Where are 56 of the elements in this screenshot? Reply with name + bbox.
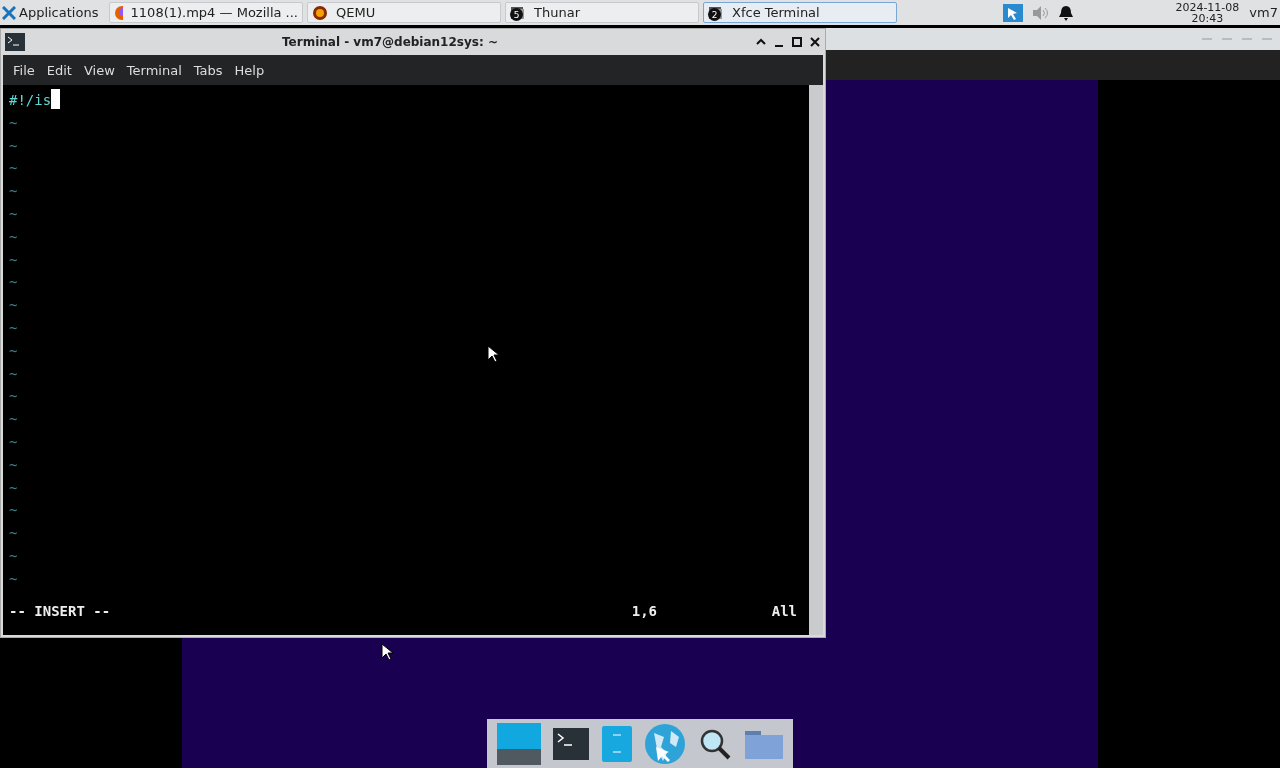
empty-line-marker: ~ bbox=[9, 387, 18, 407]
empty-line-marker: ~ bbox=[9, 113, 18, 133]
file-cabinet-icon bbox=[601, 725, 632, 762]
empty-line-marker: ~ bbox=[9, 159, 18, 179]
empty-line-marker: ~ bbox=[9, 136, 18, 156]
empty-line-marker: ~ bbox=[9, 569, 18, 589]
menu-item[interactable]: Tabs bbox=[187, 62, 229, 78]
scroll-position: All bbox=[771, 603, 797, 619]
menu-item[interactable]: View bbox=[77, 62, 121, 78]
empty-line-marker: ~ bbox=[9, 364, 18, 384]
empty-line-marker: ~ bbox=[9, 250, 18, 270]
empty-line-marker: ~ bbox=[9, 318, 18, 338]
network-icon bbox=[1003, 3, 1024, 22]
globe-icon bbox=[644, 722, 687, 765]
user-name[interactable]: vm7 bbox=[1249, 5, 1278, 20]
window-title: Terminal - vm7@debian12sys: ~ bbox=[281, 35, 499, 49]
taskbar-button[interactable]: 1108(1).mp4 — Mozilla ... bbox=[109, 2, 303, 23]
empty-line-marker: ~ bbox=[9, 501, 18, 521]
text-cursor bbox=[51, 89, 61, 109]
empty-line-marker: ~ bbox=[9, 273, 18, 293]
empty-line-marker: ~ bbox=[9, 296, 18, 316]
clock[interactable]: 2024-11-08 20:43 bbox=[1175, 1, 1240, 24]
empty-line-marker: ~ bbox=[9, 524, 18, 544]
maximize-icon[interactable] bbox=[791, 36, 803, 48]
taskbar-button[interactable]: 2 Xfce Terminal bbox=[703, 2, 897, 23]
empty-line-marker: ~ bbox=[9, 341, 18, 361]
xfce-logo-icon bbox=[2, 5, 16, 20]
empty-line-marker: ~ bbox=[9, 205, 18, 224]
terminal-icon bbox=[5, 33, 25, 51]
mouse-pointer-icon bbox=[487, 345, 499, 363]
cursor-position: 1,6 bbox=[631, 603, 658, 619]
taskbar-button[interactable]: 5 Thunar bbox=[505, 2, 699, 23]
volume-icon bbox=[1031, 4, 1050, 21]
empty-line-marker: ~ bbox=[9, 432, 18, 452]
close-icon[interactable] bbox=[809, 36, 821, 48]
notification-bell-icon bbox=[1059, 4, 1074, 21]
menu-item[interactable]: File bbox=[7, 62, 41, 78]
folder-icon bbox=[744, 728, 783, 759]
empty-line-marker: ~ bbox=[9, 478, 18, 498]
taskbar-button[interactable]: QEMU bbox=[307, 2, 501, 23]
mouse-pointer-icon bbox=[381, 643, 393, 661]
empty-line-marker: ~ bbox=[9, 410, 18, 430]
empty-line-marker: ~ bbox=[9, 227, 18, 247]
empty-line-marker: ~ bbox=[9, 455, 18, 475]
terminal-icon bbox=[553, 727, 590, 760]
empty-line-marker: ~ bbox=[9, 546, 18, 566]
menu-item[interactable]: Edit bbox=[40, 62, 78, 78]
empty-line-marker: ~ bbox=[9, 182, 18, 202]
editor-mode: -- INSERT -- bbox=[9, 603, 111, 619]
menu-item[interactable]: Terminal bbox=[120, 62, 188, 78]
editor-text: #!/is bbox=[9, 91, 52, 110]
applications-menu[interactable]: Applications bbox=[0, 5, 109, 20]
menu-item[interactable]: Help bbox=[228, 62, 271, 78]
desktop-icon bbox=[497, 722, 542, 765]
browser-icon bbox=[114, 4, 123, 21]
app-icon bbox=[312, 4, 328, 21]
